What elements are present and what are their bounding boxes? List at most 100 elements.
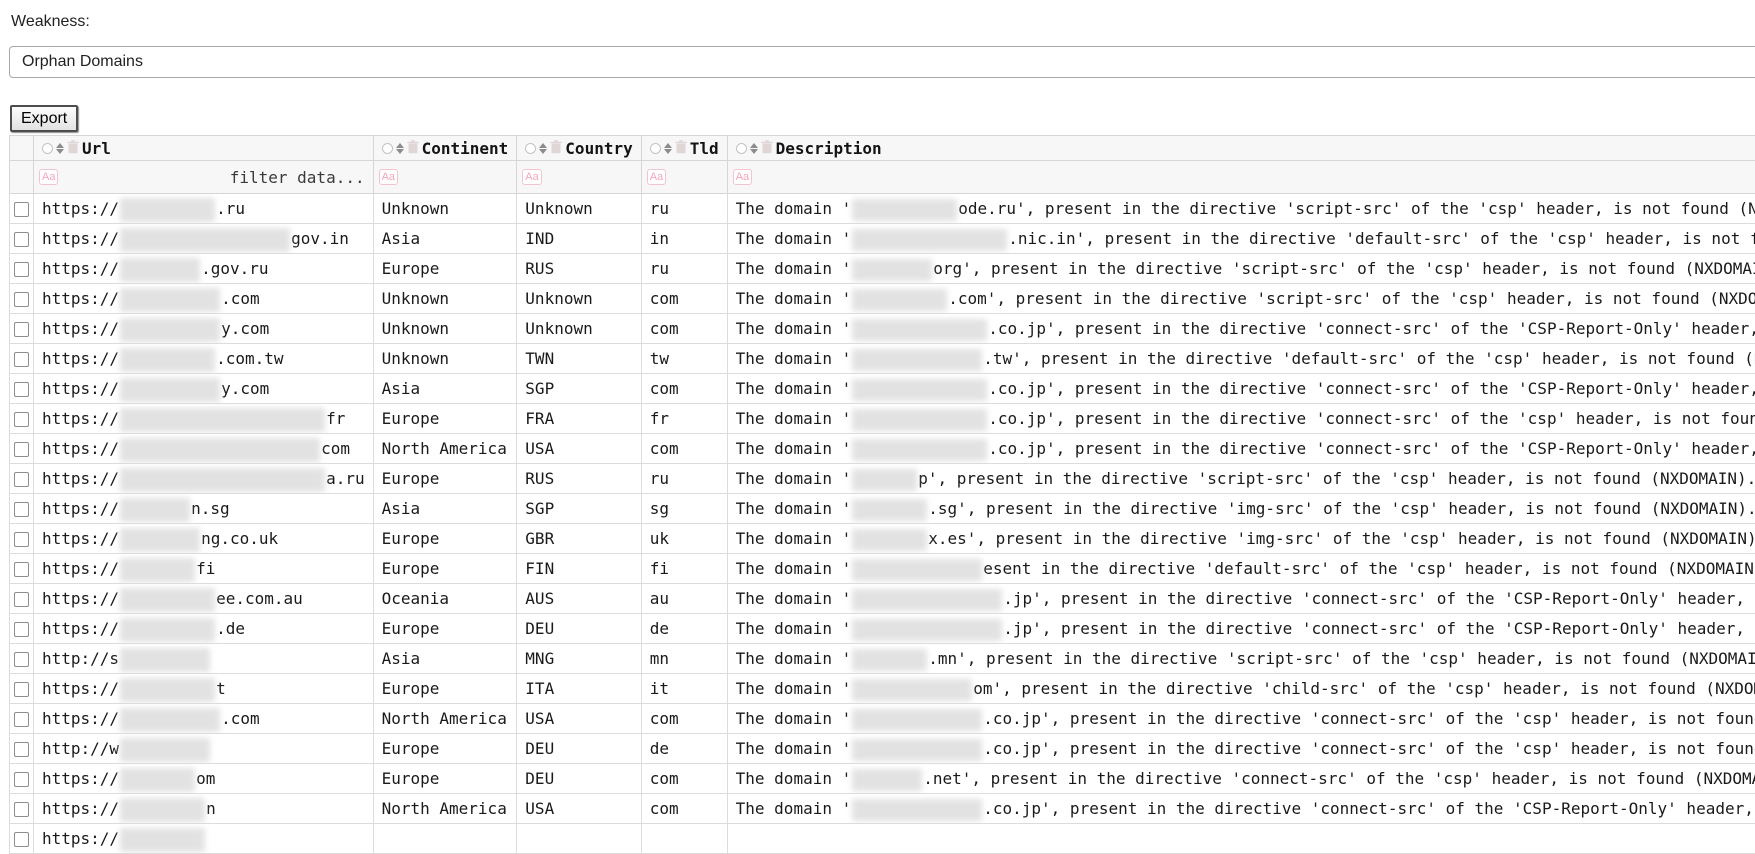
row-checkbox[interactable]	[14, 472, 29, 487]
redacted-blur	[852, 409, 987, 431]
row-checkbox[interactable]	[14, 262, 29, 277]
table-row: https://	[10, 824, 1755, 854]
filter-cell-continent[interactable]: Aa	[373, 161, 517, 194]
description-cell: The domain '.co.jp', present in the dire…	[727, 794, 1755, 824]
trash-icon[interactable]	[67, 139, 79, 158]
filter-case-badge[interactable]: Aa	[379, 169, 398, 185]
redacted-blur	[120, 618, 215, 642]
row-checkbox-cell	[10, 314, 34, 344]
table-row: https://omEuropeDEUcomThe domain '.net',…	[10, 764, 1755, 794]
redacted-blur	[852, 739, 982, 761]
row-checkbox[interactable]	[14, 382, 29, 397]
trash-icon[interactable]	[761, 139, 773, 158]
trash-icon[interactable]	[407, 139, 419, 158]
filter-cell-country[interactable]: Aa	[517, 161, 641, 194]
row-checkbox-cell	[10, 404, 34, 434]
sort-icon[interactable]	[539, 143, 547, 154]
row-checkbox[interactable]	[14, 202, 29, 217]
continent-cell: Asia	[373, 494, 517, 524]
url-cell: https://gov.in	[34, 224, 374, 254]
row-checkbox-cell	[10, 374, 34, 404]
row-checkbox[interactable]	[14, 232, 29, 247]
filter-input-placeholder[interactable]: filter data...	[42, 168, 365, 187]
country-cell: SGP	[517, 374, 641, 404]
continent-cell: Europe	[373, 554, 517, 584]
tld-cell: com	[641, 764, 727, 794]
table-row: https://frEuropeFRAfrThe domain '.co.jp'…	[10, 404, 1755, 434]
row-checkbox-cell	[10, 284, 34, 314]
redacted-blur	[120, 468, 325, 492]
description-cell: The domain '.sg', present in the directi…	[727, 494, 1755, 524]
column-header-continent: Continent	[373, 136, 517, 161]
row-checkbox[interactable]	[14, 592, 29, 607]
filter-cell-url[interactable]: Aafilter data...	[34, 161, 374, 194]
export-button[interactable]: Export	[10, 105, 78, 132]
row-checkbox[interactable]	[14, 652, 29, 667]
country-cell: IND	[517, 224, 641, 254]
filter-case-badge[interactable]: Aa	[522, 169, 541, 185]
filter-toggle-circle-icon[interactable]	[525, 143, 536, 154]
description-cell: The domain 'p', present in the directive…	[727, 464, 1755, 494]
row-checkbox-cell	[10, 644, 34, 674]
tld-cell: ru	[641, 194, 727, 224]
row-checkbox[interactable]	[14, 352, 29, 367]
redacted-blur	[120, 348, 215, 372]
table-row: https://tEuropeITAitThe domain 'om', pre…	[10, 674, 1755, 704]
filter-case-badge[interactable]: Aa	[39, 169, 58, 185]
row-checkbox[interactable]	[14, 832, 29, 847]
sort-icon[interactable]	[750, 143, 758, 154]
tld-cell: uk	[641, 524, 727, 554]
url-cell: https://y.com	[34, 374, 374, 404]
redacted-blur	[120, 828, 205, 852]
tld-cell: com	[641, 374, 727, 404]
url-cell: https://ng.co.uk	[34, 524, 374, 554]
tld-cell: fi	[641, 554, 727, 584]
continent-cell: Europe	[373, 524, 517, 554]
url-cell: https://fr	[34, 404, 374, 434]
row-checkbox[interactable]	[14, 742, 29, 757]
filter-case-badge[interactable]: Aa	[733, 169, 752, 185]
column-header-description: Description	[727, 136, 1755, 161]
row-checkbox[interactable]	[14, 562, 29, 577]
row-checkbox[interactable]	[14, 802, 29, 817]
column-header-content: Url	[42, 139, 365, 158]
row-checkbox[interactable]	[14, 682, 29, 697]
sort-icon[interactable]	[396, 143, 404, 154]
filter-cell-description[interactable]: Aa	[727, 161, 1755, 194]
column-header-content: Continent	[382, 139, 509, 158]
table-row: https://ng.co.ukEuropeGBRukThe domain 'x…	[10, 524, 1755, 554]
url-cell: https://n	[34, 794, 374, 824]
tld-cell: ru	[641, 254, 727, 284]
filter-toggle-circle-icon[interactable]	[382, 143, 393, 154]
trash-icon[interactable]	[550, 139, 562, 158]
weakness-select[interactable]: Orphan Domains	[9, 46, 1755, 78]
row-checkbox[interactable]	[14, 412, 29, 427]
redacted-blur	[852, 229, 1007, 251]
column-header-tld: Tld	[641, 136, 727, 161]
redacted-blur	[120, 258, 200, 282]
row-checkbox[interactable]	[14, 622, 29, 637]
table-row: https://.deEuropeDEUdeThe domain '.jp', …	[10, 614, 1755, 644]
row-checkbox[interactable]	[14, 532, 29, 547]
row-checkbox[interactable]	[14, 502, 29, 517]
tld-cell: com	[641, 794, 727, 824]
row-checkbox[interactable]	[14, 292, 29, 307]
row-checkbox[interactable]	[14, 712, 29, 727]
trash-icon[interactable]	[675, 139, 687, 158]
redacted-blur	[852, 499, 927, 521]
row-checkbox[interactable]	[14, 322, 29, 337]
table-row: https://comNorth AmericaUSAcomThe domain…	[10, 434, 1755, 464]
url-cell: https://.gov.ru	[34, 254, 374, 284]
filter-toggle-circle-icon[interactable]	[42, 143, 53, 154]
filter-cell-tld[interactable]: Aa	[641, 161, 727, 194]
sort-icon[interactable]	[56, 143, 64, 154]
row-checkbox-cell	[10, 464, 34, 494]
filter-case-badge[interactable]: Aa	[647, 169, 666, 185]
row-checkbox[interactable]	[14, 772, 29, 787]
row-checkbox[interactable]	[14, 442, 29, 457]
filter-toggle-circle-icon[interactable]	[736, 143, 747, 154]
row-checkbox-cell	[10, 254, 34, 284]
sort-icon[interactable]	[664, 143, 672, 154]
column-header-content: Country	[525, 139, 632, 158]
filter-toggle-circle-icon[interactable]	[650, 143, 661, 154]
